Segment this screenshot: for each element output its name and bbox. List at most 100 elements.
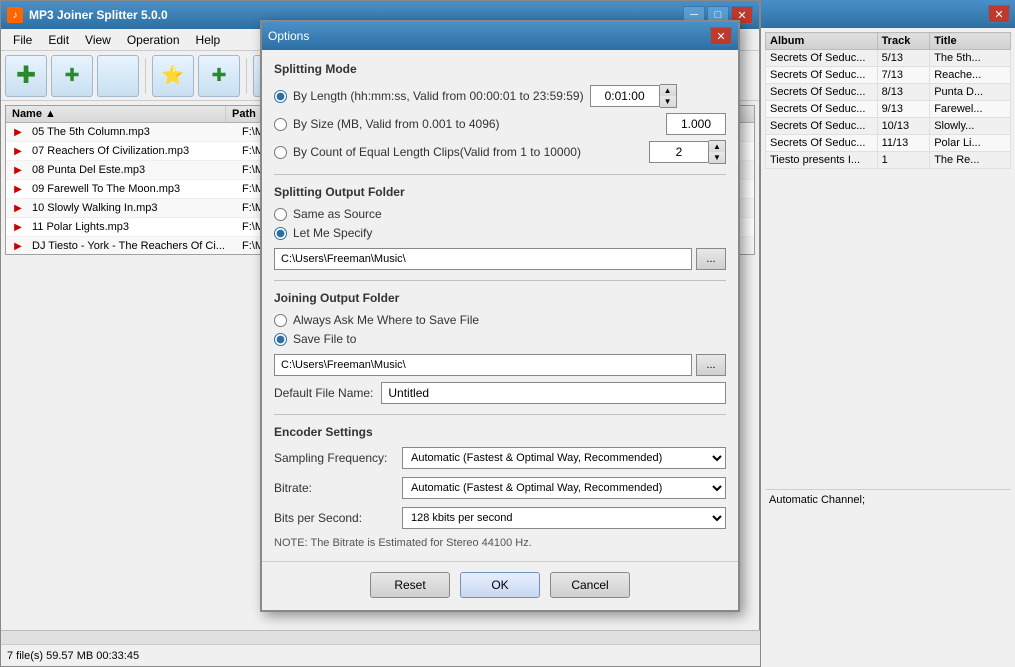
album-cell: Secrets Of Seduc... [766,84,878,101]
app-icon: ♪ [7,7,23,23]
reset-button[interactable]: Reset [370,572,450,598]
count-value-input[interactable]: 2 [649,141,709,163]
toolbar-sep2 [246,58,247,94]
favorite-button[interactable]: ⭐ [152,55,194,97]
toolbar-sep1 [145,58,146,94]
file-name: 11 Polar Lights.mp3 [26,220,236,234]
always-ask-radio[interactable] [274,314,287,327]
join-browse-button[interactable]: ... [696,354,726,376]
note-text: NOTE: The Bitrate is Estimated for Stere… [274,537,726,549]
file-icon: ▶ [10,143,26,159]
file-icon: ▶ [10,124,26,140]
auto-channel-text: Automatic Channel; [765,489,1011,510]
save-file-to-radio[interactable] [274,333,287,346]
file-icon: ▶ [10,181,26,197]
length-up-arrow[interactable]: ▲ [660,85,676,96]
sampling-freq-select[interactable]: Automatic (Fastest & Optimal Way, Recomm… [402,447,726,469]
divider2 [274,280,726,281]
same-as-source-radio[interactable] [274,208,287,221]
table-row: Secrets Of Seduc... 7/13 Reache... [766,67,1011,84]
horizontal-scrollbar[interactable] [1,630,761,644]
let-me-specify-radio[interactable] [274,227,287,240]
count-up-arrow[interactable]: ▲ [709,141,725,152]
file-name: 07 Reachers Of Civilization.mp3 [26,144,236,158]
dialog-close-button[interactable]: ✕ [710,27,732,45]
file-name: 10 Slowly Walking In.mp3 [26,201,236,215]
right-panel-title-bar: ✕ [761,0,1015,28]
file-name: 05 The 5th Column.mp3 [26,125,236,139]
same-as-source-label: Same as Source [293,207,382,221]
bits-per-second-select[interactable]: 128 kbits per second [402,507,726,529]
file-name: DJ Tiesto - York - The Reachers Of Ci... [26,239,236,253]
by-count-row: By Count of Equal Length Clips(Valid fro… [274,140,726,164]
by-length-label: By Length (hh:mm:ss, Valid from 00:00:01… [293,89,584,103]
by-size-radio[interactable] [274,118,287,131]
menu-file[interactable]: File [5,31,40,49]
count-spin: 2 ▲ ▼ [649,140,726,164]
right-panel-close-button[interactable]: ✕ [988,5,1010,23]
options-dialog: Options ✕ Splitting Mode By Length (hh:m… [260,20,740,612]
default-name-input[interactable] [381,382,726,404]
dialog-footer: Reset OK Cancel [262,561,738,610]
track-cell: 8/13 [877,84,930,101]
size-value-input[interactable]: 1.000 [666,113,726,135]
menu-help[interactable]: Help [188,31,229,49]
by-length-row: By Length (hh:mm:ss, Valid from 00:00:01… [274,84,726,108]
menu-edit[interactable]: Edit [40,31,77,49]
splitting-output-group: Same as Source Let Me Specify [274,207,726,240]
table-row: Tiesto presents I... 1 The Re... [766,152,1011,169]
split-folder-input[interactable] [274,248,692,270]
dialog-title: Options [268,29,309,43]
right-panel: ✕ Album Track Title Secrets Of Seduc... … [760,0,1015,667]
title-cell: Polar Li... [930,135,1011,152]
album-cell: Secrets Of Seduc... [766,118,878,135]
col-title: Title [930,33,1011,50]
add-green-small-button[interactable]: ✚ [51,55,93,97]
table-row: Secrets Of Seduc... 8/13 Punta D... [766,84,1011,101]
length-spin: 0:01:00 ▲ ▼ [590,84,677,108]
bitrate-row: Bitrate: Automatic (Fastest & Optimal Wa… [274,477,726,499]
menu-operation[interactable]: Operation [119,31,188,49]
file-icon: ▶ [10,200,26,216]
sampling-freq-label: Sampling Frequency: [274,451,394,465]
file-icon: ▶ [10,238,26,254]
length-value-input[interactable]: 0:01:00 [590,85,660,107]
cancel-button[interactable]: Cancel [550,572,630,598]
table-row: Secrets Of Seduc... 11/13 Polar Li... [766,135,1011,152]
join-folder-input[interactable] [274,354,692,376]
album-cell: Secrets Of Seduc... [766,135,878,152]
bits-per-second-label: Bits per Second: [274,511,394,525]
track-cell: 9/13 [877,101,930,118]
add-green-small2-button[interactable] [97,55,139,97]
bitrate-select[interactable]: Automatic (Fastest & Optimal Way, Recomm… [402,477,726,499]
let-me-specify-label: Let Me Specify [293,226,372,240]
status-bar: 7 file(s) 59.57 MB 00:33:45 [1,644,761,666]
track-cell: 11/13 [877,135,930,152]
by-size-row: By Size (MB, Valid from 0.001 to 4096) 1… [274,113,726,135]
length-spin-arrows: ▲ ▼ [660,84,677,108]
by-count-label: By Count of Equal Length Clips(Valid fro… [293,145,581,159]
join-folder-row: ... [274,354,726,376]
add-green-big-button[interactable]: ✚ [5,55,47,97]
by-count-radio[interactable] [274,146,287,159]
splitting-mode-group: By Length (hh:mm:ss, Valid from 00:00:01… [274,84,726,164]
table-row: Secrets Of Seduc... 5/13 The 5th... [766,50,1011,67]
save-file-to-row: Save File to [274,332,726,346]
count-down-arrow[interactable]: ▼ [709,152,725,163]
save-file-to-label: Save File to [293,332,356,346]
add-yellow-button[interactable]: ✚ [198,55,240,97]
title-cell: Slowly... [930,118,1011,135]
joining-output-group: Always Ask Me Where to Save File Save Fi… [274,313,726,346]
divider1 [274,174,726,175]
default-name-row: Default File Name: [274,382,726,404]
length-down-arrow[interactable]: ▼ [660,96,676,107]
file-name: 09 Farewell To The Moon.mp3 [26,182,236,196]
ok-button[interactable]: OK [460,572,540,598]
by-length-radio[interactable] [274,90,287,103]
split-browse-button[interactable]: ... [696,248,726,270]
file-icon: ▶ [10,162,26,178]
count-spin-arrows: ▲ ▼ [709,140,726,164]
table-row: Secrets Of Seduc... 9/13 Farewel... [766,101,1011,118]
menu-view[interactable]: View [77,31,119,49]
table-row: Secrets Of Seduc... 10/13 Slowly... [766,118,1011,135]
